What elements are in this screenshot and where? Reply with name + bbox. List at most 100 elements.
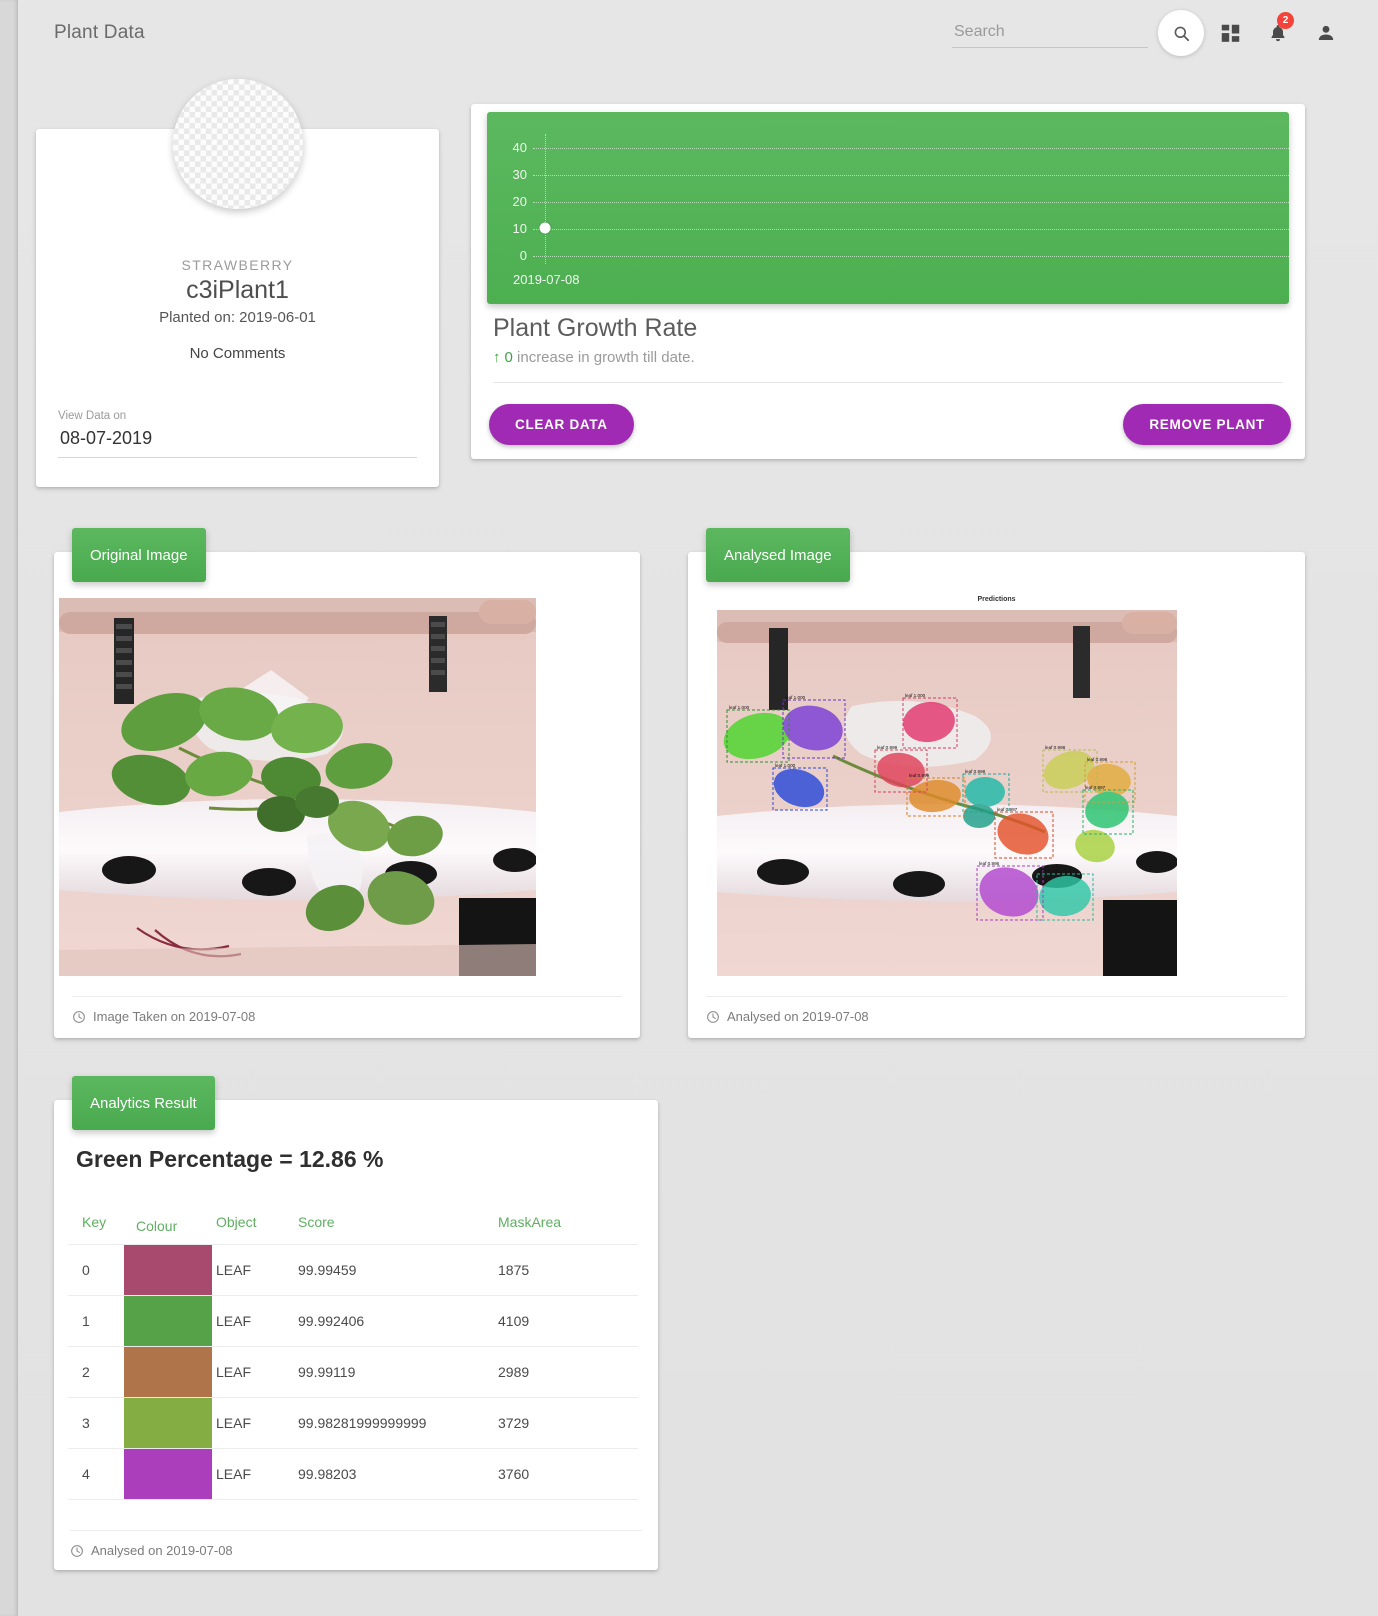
column-header-maskarea: MaskArea bbox=[494, 1208, 638, 1245]
chart-gridline bbox=[533, 228, 1289, 230]
original-image-footer-text: Image Taken on 2019-07-08 bbox=[93, 1009, 256, 1024]
table-row: 1 LEAF 99.992406 4109 bbox=[68, 1295, 638, 1347]
svg-text:leaf 1.000: leaf 1.000 bbox=[775, 763, 796, 768]
analytics-result-card: Analytics Result Green Percentage = 12.8… bbox=[54, 1076, 658, 1570]
colour-swatch bbox=[124, 1449, 212, 1499]
cell-key: 4 bbox=[68, 1448, 124, 1500]
analysed-image-header: Analysed Image bbox=[706, 528, 850, 582]
chart-y-tick-label: 40 bbox=[512, 139, 527, 155]
remove-plant-button[interactable]: REMOVE PLANT bbox=[1123, 404, 1291, 445]
table-row: 4 LEAF 99.98203 3760 bbox=[68, 1448, 638, 1500]
svg-text:leaf 0.999: leaf 0.999 bbox=[909, 773, 930, 778]
original-image-card: Original Image Image Taken on 2019-07-08 bbox=[54, 528, 640, 1038]
growth-divider bbox=[493, 382, 1283, 383]
growth-subtitle-text: increase in growth till date. bbox=[517, 349, 695, 366]
cell-colour bbox=[124, 1244, 212, 1296]
predictions-plot-title: Predictions bbox=[977, 596, 1016, 603]
top-bar: Plant Data Search 2 bbox=[18, 0, 1378, 66]
svg-text:leaf 1.000: leaf 1.000 bbox=[905, 693, 926, 698]
notifications-button[interactable]: 2 bbox=[1256, 10, 1300, 56]
column-header-key: Key bbox=[68, 1208, 124, 1245]
growth-increase-value: 0 bbox=[504, 349, 513, 366]
analytics-footer-text: Analysed on 2019-07-08 bbox=[91, 1543, 233, 1558]
clock-icon bbox=[70, 1544, 84, 1558]
analytics-table: Key Colour Object Score MaskArea 0 LEAF 99… bbox=[68, 1208, 638, 1500]
cell-colour bbox=[124, 1448, 212, 1500]
chart-y-tick-label: 30 bbox=[512, 166, 527, 182]
svg-text:leaf 0.997: leaf 0.997 bbox=[1085, 785, 1106, 790]
svg-text:leaf 0.999: leaf 0.999 bbox=[877, 745, 898, 750]
search-field-wrap bbox=[952, 18, 1148, 48]
plant-species: STRAWBERRY bbox=[181, 257, 294, 273]
search-icon bbox=[1174, 26, 1189, 41]
app-root: Plant Data Search 2 STRAWBERRY c3iPlant1… bbox=[0, 0, 1378, 1616]
analysed-photo-render: leaf 1.000 leaf 1.000 leaf 1.000 leaf 1.… bbox=[717, 610, 1177, 976]
grid-apps-icon bbox=[1221, 24, 1239, 42]
view-data-on-field: View Data on bbox=[58, 410, 417, 458]
cell-score: 99.99459 bbox=[294, 1244, 494, 1296]
chart-y-tick-label: 0 bbox=[519, 248, 527, 263]
table-row: 2 LEAF 99.99119 2989 bbox=[68, 1346, 638, 1398]
search-input[interactable] bbox=[952, 18, 1148, 48]
analysed-photo[interactable]: leaf 1.000 leaf 1.000 leaf 1.000 leaf 1.… bbox=[717, 610, 1177, 976]
cell-maskarea: 1875 bbox=[494, 1244, 638, 1296]
cell-colour bbox=[124, 1295, 212, 1347]
growth-title: Plant Growth Rate bbox=[493, 314, 698, 342]
column-header-score: Score bbox=[294, 1208, 494, 1245]
chart-data-point[interactable] bbox=[539, 222, 551, 234]
analysed-image-card: Analysed Image Predictions leaf 1.000 le… bbox=[688, 528, 1305, 1038]
svg-text:leaf 0.998: leaf 0.998 bbox=[965, 769, 986, 774]
column-header-colour: Colour bbox=[124, 1208, 212, 1245]
user-account-button[interactable] bbox=[1304, 10, 1348, 56]
clock-icon bbox=[706, 1010, 720, 1024]
user-avatar-icon bbox=[1318, 25, 1334, 40]
avatar-checker-background bbox=[172, 79, 303, 209]
cell-score: 99.992406 bbox=[294, 1295, 494, 1347]
cell-score: 99.99119 bbox=[294, 1346, 494, 1398]
colour-swatch bbox=[124, 1398, 212, 1448]
growth-subtitle: ↑ 0 increase in growth till date. bbox=[493, 349, 695, 366]
cell-score: 99.98281999999999 bbox=[294, 1397, 494, 1449]
analysed-image-footer-text: Analysed on 2019-07-08 bbox=[727, 1009, 869, 1024]
growth-chart[interactable]: 40 30 20 10 0 2019-07-08 bbox=[487, 112, 1289, 304]
cell-object: LEAF bbox=[212, 1346, 294, 1398]
svg-text:leaf 1.000: leaf 1.000 bbox=[785, 695, 806, 700]
left-rail bbox=[0, 0, 18, 1616]
original-image-footer: Image Taken on 2019-07-08 bbox=[72, 996, 622, 1024]
apps-grid-button[interactable] bbox=[1208, 10, 1252, 56]
page-title: Plant Data bbox=[54, 22, 145, 43]
chart-x-tick-label: 2019-07-08 bbox=[513, 272, 580, 287]
cell-maskarea: 3760 bbox=[494, 1448, 638, 1500]
chart-gridline bbox=[533, 147, 1289, 149]
table-row: 3 LEAF 99.98281999999999 3729 bbox=[68, 1397, 638, 1449]
cell-colour bbox=[124, 1346, 212, 1398]
cell-object: LEAF bbox=[212, 1295, 294, 1347]
top-bar-actions: 2 bbox=[952, 0, 1378, 66]
cell-maskarea: 3729 bbox=[494, 1397, 638, 1449]
column-header-object: Object bbox=[212, 1208, 294, 1245]
svg-text:leaf 0.995: leaf 0.995 bbox=[1039, 869, 1060, 874]
cell-key: 3 bbox=[68, 1397, 124, 1449]
colour-swatch bbox=[124, 1296, 212, 1346]
search-button[interactable] bbox=[1158, 10, 1204, 56]
colour-swatch bbox=[124, 1245, 212, 1295]
clear-data-button[interactable]: CLEAR DATA bbox=[489, 404, 634, 445]
clock-icon bbox=[72, 1010, 86, 1024]
notification-badge: 2 bbox=[1277, 12, 1294, 29]
plant-name: c3iPlant1 bbox=[186, 276, 289, 304]
view-data-on-input[interactable] bbox=[58, 427, 417, 458]
chart-vertical-gridline bbox=[545, 134, 546, 264]
svg-text:leaf 0.998: leaf 0.998 bbox=[1045, 745, 1066, 750]
growth-up-arrow-icon: ↑ bbox=[493, 349, 501, 366]
green-percentage: Green Percentage = 12.86 % bbox=[76, 1146, 384, 1172]
chart-gridline bbox=[533, 174, 1289, 176]
table-row: 0 LEAF 99.99459 1875 bbox=[68, 1244, 638, 1296]
cell-colour bbox=[124, 1397, 212, 1449]
plant-avatar bbox=[172, 79, 303, 209]
svg-text:leaf 0.997: leaf 0.997 bbox=[997, 807, 1018, 812]
plant-profile-card: STRAWBERRY c3iPlant1 Planted on: 2019-06… bbox=[36, 79, 439, 487]
chart-y-tick-label: 20 bbox=[512, 193, 527, 209]
cell-object: LEAF bbox=[212, 1397, 294, 1449]
original-photo[interactable] bbox=[59, 598, 536, 976]
cell-key: 0 bbox=[68, 1244, 124, 1296]
